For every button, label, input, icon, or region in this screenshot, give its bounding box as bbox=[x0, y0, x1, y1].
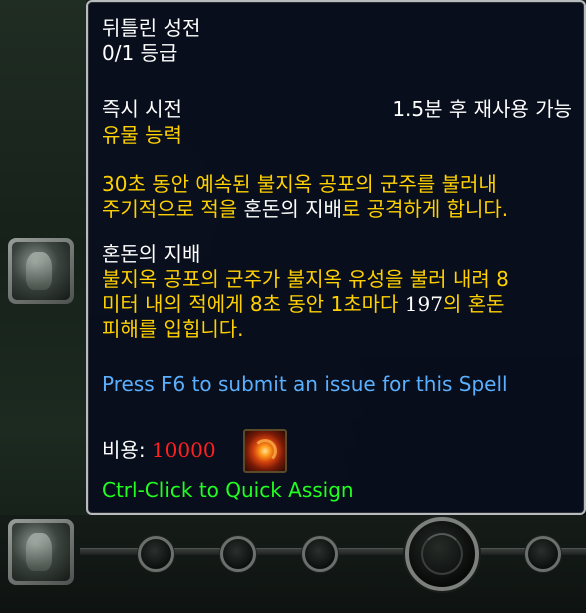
description-text: 로 공격하게 합니다. bbox=[341, 197, 509, 221]
spell-name: 뒤틀린 성전 bbox=[102, 16, 201, 40]
spell-rank: 0/1 등급 bbox=[102, 41, 178, 65]
talent-icon-art bbox=[12, 242, 70, 300]
sub-ability-line: 불지옥 공포의 군주가 불지옥 유성을 불러 내려 8 bbox=[102, 267, 509, 291]
talent-node[interactable] bbox=[220, 536, 256, 572]
talent-icon-art bbox=[12, 523, 70, 581]
description-line: 주기적으로 적을 혼돈의 지배로 공격하게 합니다. bbox=[102, 197, 508, 221]
talent-node[interactable] bbox=[525, 536, 561, 572]
sub-ability-title: 혼돈의 지배 bbox=[102, 242, 201, 266]
spell-category: 유물 능력 bbox=[102, 123, 182, 147]
report-hint: Press F6 to submit an issue for this Spe… bbox=[102, 372, 508, 396]
fel-skull-icon[interactable] bbox=[8, 519, 74, 585]
cost-label: 비용 bbox=[102, 438, 139, 462]
quick-assign-hint: Ctrl-Click to Quick Assign bbox=[102, 478, 354, 502]
demon-lord-icon[interactable] bbox=[8, 238, 74, 304]
sub-ability-text: 의 혼돈 bbox=[442, 292, 505, 316]
artifact-power-icon bbox=[243, 429, 287, 473]
highlighted-spell: 혼돈의 지배 bbox=[243, 197, 342, 221]
cooldown-text: 1.5분 후 재사용 가능 bbox=[392, 97, 572, 121]
cost-colon: : bbox=[138, 438, 146, 462]
sub-ability-text: 미터 내의 적에게 8초 동안 1초마다 bbox=[102, 292, 405, 316]
talent-node[interactable] bbox=[302, 536, 338, 572]
sub-ability-line: 피해를 입힙니다. bbox=[102, 317, 244, 341]
description-line: 30초 동안 예속된 불지옥 공포의 군주를 불러내 bbox=[102, 172, 497, 196]
artifact-trait-node[interactable] bbox=[405, 517, 479, 591]
description-text: 주기적으로 적을 bbox=[102, 197, 244, 221]
trait-swirl bbox=[421, 533, 463, 575]
cast-type: 즉시 시전 bbox=[102, 97, 182, 121]
cost-row: 비용: 10000 bbox=[102, 438, 216, 462]
damage-value: 197 bbox=[404, 292, 443, 316]
spell-tooltip: 뒤틀린 성전 0/1 등급 즉시 시전 1.5분 후 재사용 가능 유물 능력 … bbox=[86, 0, 586, 515]
sub-ability-line: 미터 내의 적에게 8초 동안 1초마다 197의 혼돈 bbox=[102, 292, 505, 316]
talent-node[interactable] bbox=[138, 536, 174, 572]
talent-tree-bar bbox=[0, 515, 586, 613]
cost-value: 10000 bbox=[151, 438, 216, 462]
